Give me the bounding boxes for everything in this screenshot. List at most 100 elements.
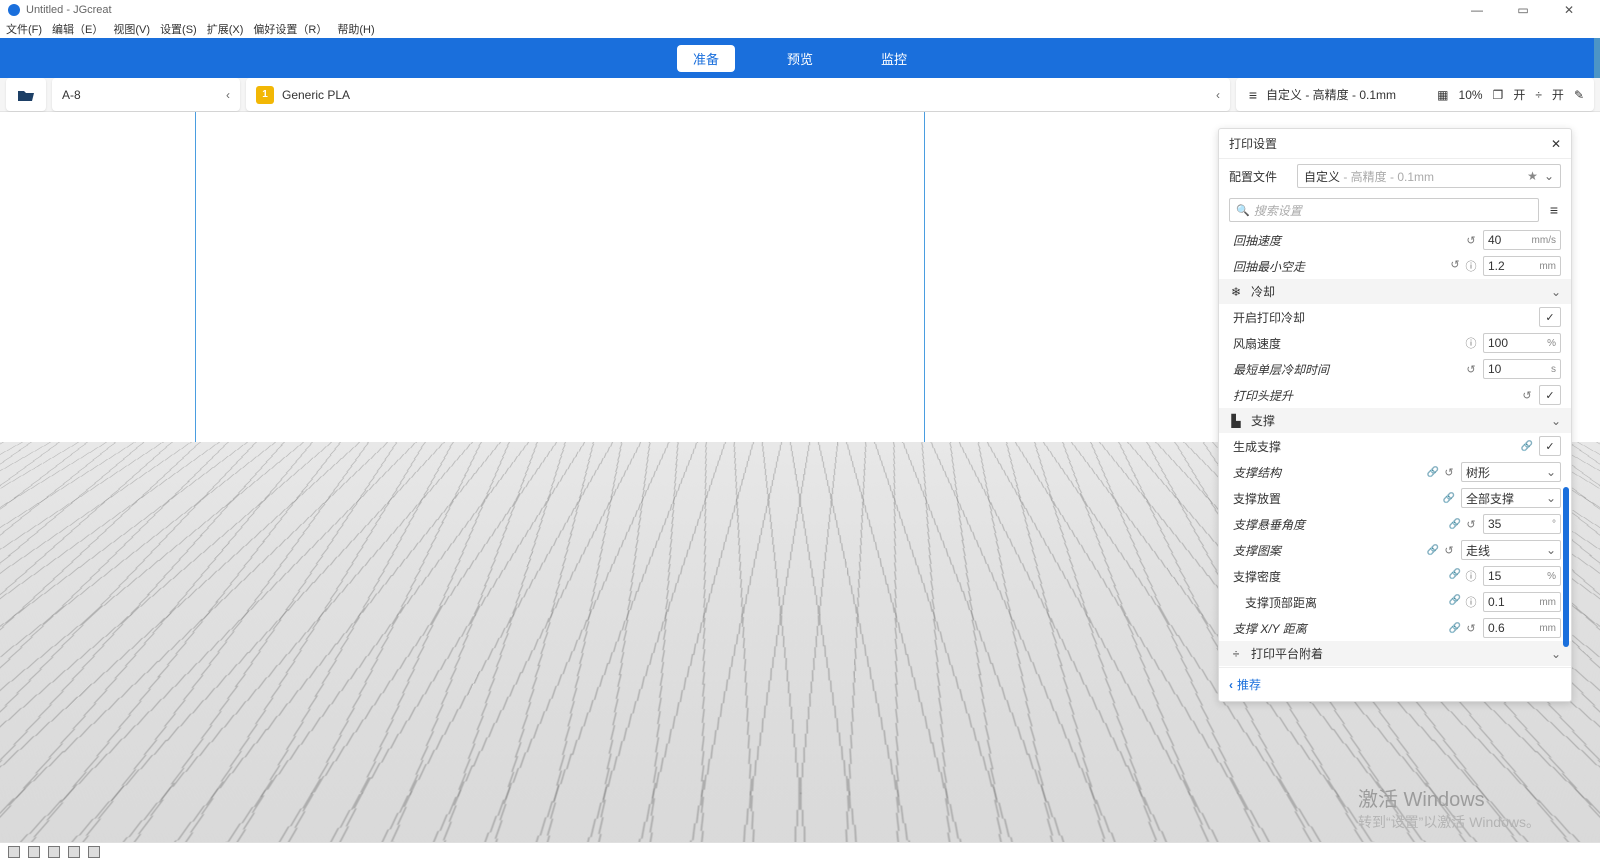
link-icon[interactable] [1443,492,1455,504]
menu-file[interactable]: 文件(F) [6,21,42,37]
chevron-left-icon: ‹ [226,88,230,102]
tab-prepare[interactable]: 准备 [677,45,735,72]
view-3d-icon[interactable] [8,846,20,858]
stage-tab-bar: 准备 预览 监控 [0,38,1600,78]
generate-support-checkbox[interactable] [1539,436,1561,456]
min-layer-time-input[interactable]: 10s [1483,359,1561,379]
support-density-input[interactable]: 15% [1483,566,1561,586]
menu-preferences[interactable]: 偏好设置（R） [253,21,327,37]
profile-summary[interactable]: 自定义 - 高精度 - 0.1mm 10% 开 开 [1236,78,1594,111]
view-right-icon[interactable] [88,846,100,858]
info-icon[interactable] [1465,335,1477,351]
menu-edit[interactable]: 编辑（E） [52,21,103,37]
view-left-icon[interactable] [68,846,80,858]
panel-close-button[interactable] [1551,137,1561,151]
material-selector[interactable]: Generic PLA ‹ [246,78,1230,111]
reset-icon[interactable] [1449,258,1461,274]
cooling-enable-checkbox[interactable] [1539,307,1561,327]
recommended-button[interactable]: 推荐 [1219,667,1571,701]
reset-icon[interactable] [1443,544,1455,557]
support-cat-icon: ▙ [1229,414,1243,428]
chevron-down-icon: ⌄ [1544,169,1554,183]
printer-name: A-8 [62,88,81,102]
field-retract-speed: 回抽速度 40mm/s [1219,227,1571,253]
field-support-placement: 支撑放置 全部支撑⌄ [1219,485,1571,511]
head-lift-checkbox[interactable] [1539,385,1561,405]
settings-menu-icon[interactable] [1547,202,1561,218]
adhesion-icon [1535,88,1542,102]
link-icon[interactable] [1449,594,1461,610]
print-settings-panel: 打印设置 配置文件 自定义 - 高精度 - 0.1mm ⌄ 搜索设置 回抽速度 … [1218,128,1572,702]
link-icon[interactable] [1449,622,1461,635]
category-cooling[interactable]: ❄ 冷却 ⌄ [1219,279,1571,304]
field-support-structure: 支撑结构 树形⌄ [1219,459,1571,485]
link-icon[interactable] [1427,466,1439,479]
retract-min-travel-input[interactable]: 1.2mm [1483,256,1561,276]
reset-icon[interactable] [1521,389,1533,402]
status-bar [0,842,1600,860]
close-button[interactable]: ✕ [1546,0,1592,20]
chevron-left-icon: ‹ [1216,88,1220,102]
edit-icon [1574,88,1584,102]
settings-search-input[interactable]: 搜索设置 [1229,198,1539,222]
panel-title: 打印设置 [1229,135,1277,152]
menu-view[interactable]: 视图(V) [113,21,150,37]
view-front-icon[interactable] [28,846,40,858]
support-structure-select[interactable]: 树形⌄ [1461,462,1561,482]
app-logo-icon [8,4,20,16]
field-head-lift: 打印头提升 [1219,382,1571,408]
link-icon[interactable] [1449,568,1461,584]
tab-preview[interactable]: 预览 [771,45,829,72]
profile-label: 配置文件 [1229,168,1289,185]
link-icon[interactable] [1427,544,1439,557]
field-cooling-enable: 开启打印冷却 [1219,304,1571,330]
maximize-button[interactable]: ▭ [1500,0,1546,20]
overhang-angle-input[interactable]: 35° [1483,514,1561,534]
toolbar: A-8 ‹ Generic PLA ‹ 自定义 - 高精度 - 0.1mm 10… [0,78,1600,112]
chevron-down-icon: ⌄ [1551,285,1561,299]
support-xy-distance-input[interactable]: 0.6mm [1483,618,1561,638]
fan-speed-input[interactable]: 100% [1483,333,1561,353]
reset-icon[interactable] [1465,363,1477,376]
support-top-distance-input[interactable]: 0.1mm [1483,592,1561,612]
field-adhesion-type: 打印平台附着类型 Raft⌄ [1219,666,1571,667]
support-placement-select[interactable]: 全部支撑⌄ [1461,488,1561,508]
menu-bar: 文件(F) 编辑（E） 视图(V) 设置(S) 扩展(X) 偏好设置（R） 帮助… [0,20,1600,38]
reset-icon[interactable] [1465,622,1477,635]
menu-help[interactable]: 帮助(H) [337,21,374,37]
field-retract-min-travel: 回抽最小空走 1.2mm [1219,253,1571,279]
info-icon[interactable] [1465,594,1477,610]
minimize-button[interactable]: — [1454,0,1500,20]
extruder-badge-icon [256,86,274,104]
printer-selector[interactable]: A-8 ‹ [52,78,240,111]
info-icon[interactable] [1465,568,1477,584]
retract-speed-input[interactable]: 40mm/s [1483,230,1561,250]
reset-icon[interactable] [1465,518,1477,531]
tab-monitor[interactable]: 监控 [865,45,923,72]
open-file-button[interactable] [6,78,46,111]
field-generate-support: 生成支撑 [1219,433,1571,459]
adhesion-value: 开 [1552,86,1564,103]
reset-icon[interactable] [1443,466,1455,479]
category-adhesion[interactable]: 打印平台附着 ⌄ [1219,641,1571,666]
title-bar: Untitled - JGcreat — ▭ ✕ [0,0,1600,20]
menu-settings[interactable]: 设置(S) [160,21,197,37]
view-top-icon[interactable] [48,846,60,858]
snowflake-icon: ❄ [1229,285,1243,299]
scrollbar-vertical[interactable] [1594,38,1600,78]
star-icon [1527,169,1538,183]
panel-scrollbar[interactable] [1563,487,1569,647]
infill-icon [1437,88,1448,102]
menu-extensions[interactable]: 扩展(X) [207,21,244,37]
link-icon[interactable] [1449,518,1461,531]
window-title: Untitled - JGcreat [26,4,112,16]
reset-icon[interactable] [1465,234,1477,247]
settings-list: 回抽速度 40mm/s 回抽最小空走 1.2mm ❄ 冷却 ⌄ 开启打印冷却 风… [1219,227,1571,667]
field-support-top-distance: 支撑顶部距离 0.1mm [1219,589,1571,615]
field-support-density: 支撑密度 15% [1219,563,1571,589]
profile-dropdown[interactable]: 自定义 - 高精度 - 0.1mm ⌄ [1297,164,1561,188]
category-support[interactable]: ▙ 支撑 ⌄ [1219,408,1571,433]
link-icon[interactable] [1521,440,1533,452]
info-icon[interactable] [1465,258,1477,274]
support-pattern-select[interactable]: 走线⌄ [1461,540,1561,560]
